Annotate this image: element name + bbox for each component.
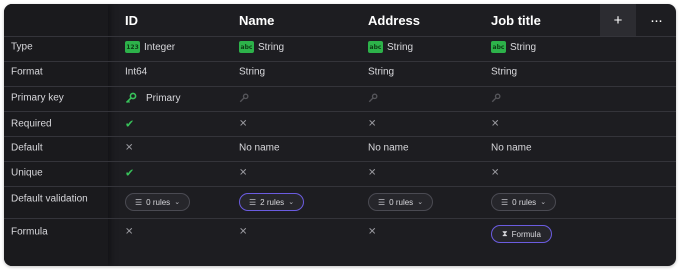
key-icon — [239, 93, 249, 103]
type-cell[interactable]: 123 Integer — [125, 41, 175, 53]
more-options-button[interactable]: ··· — [638, 4, 674, 36]
validation-rules-dropdown[interactable]: ☰ 0 rules ⌄ — [491, 193, 557, 211]
validation-rules-dropdown[interactable]: ☰ 0 rules ⌄ — [125, 193, 191, 211]
cross-icon[interactable]: ✕ — [491, 119, 499, 130]
row-divider — [4, 111, 676, 112]
row-label-type: Type — [11, 41, 33, 53]
row-label-unique: Unique — [11, 167, 43, 179]
row-label-default: Default — [11, 142, 43, 154]
row-divider — [4, 218, 676, 219]
string-type-icon: abc — [239, 41, 254, 53]
check-icon[interactable]: ✔ — [125, 118, 134, 131]
row-divider — [4, 36, 676, 37]
add-column-button[interactable]: + — [600, 4, 636, 36]
cross-icon[interactable]: ✕ — [239, 168, 247, 179]
schema-panel: ID Name Address Job title + ··· Type For… — [4, 4, 676, 266]
column-header-name[interactable]: Name — [239, 13, 274, 28]
format-cell[interactable]: String — [368, 67, 394, 78]
type-label: String — [387, 41, 414, 53]
row-label-format: Format — [11, 66, 43, 78]
row-divider — [4, 161, 676, 162]
primary-key-cell[interactable] — [239, 93, 249, 103]
integer-type-icon: 123 — [125, 41, 140, 53]
cross-icon[interactable]: ✕ — [491, 168, 499, 179]
validation-rules-dropdown[interactable]: ☰ 0 rules ⌄ — [368, 193, 434, 211]
cross-icon[interactable]: ✕ — [125, 227, 133, 238]
row-divider — [4, 186, 676, 187]
row-label-default-validation: Default validation — [11, 193, 88, 205]
format-cell[interactable]: String — [239, 67, 265, 78]
validation-rules-label: 0 rules — [512, 197, 537, 207]
sigma-icon: ⧗ — [502, 229, 508, 238]
default-value-cell[interactable]: No name — [491, 143, 532, 154]
chevron-down-icon: ⌄ — [174, 199, 181, 206]
row-divider — [4, 86, 676, 87]
cross-icon[interactable]: ✕ — [368, 227, 376, 238]
cross-icon[interactable]: ✕ — [239, 227, 247, 238]
cross-icon[interactable]: ✕ — [125, 143, 133, 154]
primary-key-cell[interactable]: Primary — [125, 92, 180, 104]
primary-key-label: Primary — [146, 92, 181, 104]
row-divider — [4, 136, 676, 137]
string-type-icon: abc — [491, 41, 506, 53]
key-icon — [125, 92, 137, 104]
type-label: String — [510, 41, 537, 53]
validation-rules-dropdown[interactable]: ☰ 2 rules ⌄ — [239, 193, 305, 211]
cross-icon[interactable]: ✕ — [368, 119, 376, 130]
row-divider — [4, 61, 676, 62]
format-cell[interactable]: String — [491, 67, 517, 78]
validation-rules-label: 0 rules — [389, 197, 414, 207]
type-label: Integer — [144, 41, 176, 53]
rules-icon: ☰ — [249, 197, 257, 207]
key-icon — [491, 93, 501, 103]
validation-rules-label: 2 rules — [260, 197, 285, 207]
validation-rules-label: 0 rules — [146, 197, 171, 207]
string-type-icon: abc — [368, 41, 383, 53]
check-icon[interactable]: ✔ — [125, 167, 134, 180]
formula-button[interactable]: ⧗ Formula — [491, 225, 552, 243]
type-cell[interactable]: abc String — [239, 41, 284, 53]
rules-icon: ☰ — [378, 197, 386, 207]
cross-icon[interactable]: ✕ — [368, 168, 376, 179]
column-header-job-title[interactable]: Job title — [491, 13, 541, 28]
default-value-cell[interactable]: No name — [239, 143, 280, 154]
type-label: String — [258, 41, 285, 53]
type-cell[interactable]: abc String — [491, 41, 536, 53]
column-header-address[interactable]: Address — [368, 13, 420, 28]
rules-icon: ☰ — [135, 197, 143, 207]
type-cell[interactable]: abc String — [368, 41, 413, 53]
row-label-primary-key: Primary key — [11, 92, 64, 104]
rules-icon: ☰ — [501, 197, 509, 207]
formula-label: Formula — [511, 229, 541, 239]
chevron-down-icon: ⌄ — [417, 199, 424, 206]
row-label-formula: Formula — [11, 226, 48, 238]
primary-key-cell[interactable] — [491, 93, 501, 103]
primary-key-cell[interactable] — [368, 93, 378, 103]
chevron-down-icon: ⌄ — [288, 199, 295, 206]
column-header-id[interactable]: ID — [125, 13, 138, 28]
key-icon — [368, 93, 378, 103]
cross-icon[interactable]: ✕ — [239, 119, 247, 130]
row-label-required: Required — [11, 118, 52, 130]
chevron-down-icon: ⌄ — [540, 199, 547, 206]
default-value-cell[interactable]: No name — [368, 143, 409, 154]
format-cell[interactable]: Int64 — [125, 67, 147, 78]
